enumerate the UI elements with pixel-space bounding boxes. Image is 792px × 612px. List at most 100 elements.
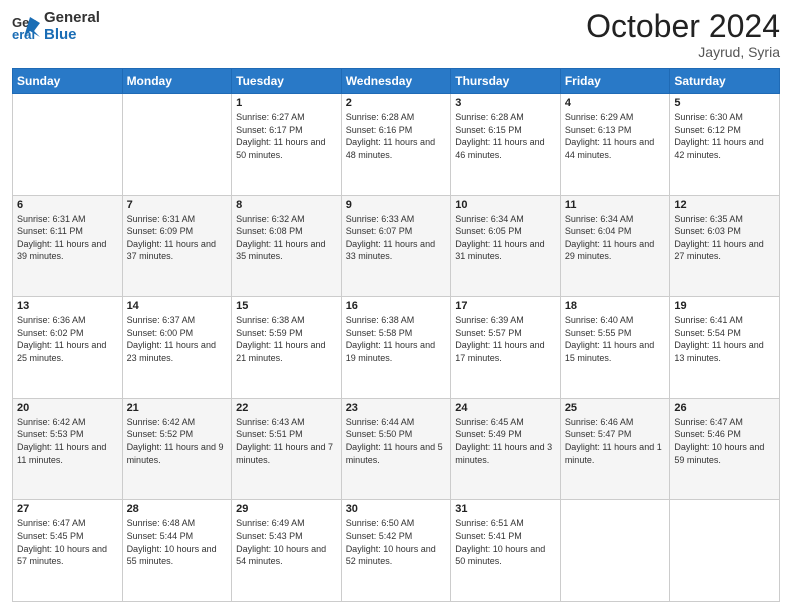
day-header-saturday: Saturday [670,69,780,94]
calendar-cell: 22 Sunrise: 6:43 AM Sunset: 5:51 PM Dayli… [232,398,342,500]
calendar-cell: 5 Sunrise: 6:30 AM Sunset: 6:12 PM Daylig… [670,94,780,196]
day-header-tuesday: Tuesday [232,69,342,94]
cell-info: Sunrise: 6:47 AM Sunset: 5:45 PM Dayligh… [17,517,118,567]
day-number: 5 [674,97,775,109]
day-number: 10 [455,199,556,211]
cell-info: Sunrise: 6:30 AM Sunset: 6:12 PM Dayligh… [674,111,775,161]
cell-info: Sunrise: 6:34 AM Sunset: 6:05 PM Dayligh… [455,213,556,263]
calendar-cell: 8 Sunrise: 6:32 AM Sunset: 6:08 PM Daylig… [232,195,342,297]
calendar-cell: 30Sunrise: 6:50 AM Sunset: 5:42 PM Dayli… [341,500,451,602]
calendar-cell: 1 Sunrise: 6:27 AM Sunset: 6:17 PM Daylig… [232,94,342,196]
day-number: 27 [17,503,118,515]
calendar-week-1: 1 Sunrise: 6:27 AM Sunset: 6:17 PM Daylig… [13,94,780,196]
day-header-monday: Monday [122,69,232,94]
cell-info: Sunrise: 6:39 AM Sunset: 5:57 PM Dayligh… [455,314,556,364]
cell-info: Sunrise: 6:46 AM Sunset: 5:47 PM Dayligh… [565,416,666,466]
day-header-wednesday: Wednesday [341,69,451,94]
cell-info: Sunrise: 6:33 AM Sunset: 6:07 PM Dayligh… [346,213,447,263]
cell-info: Sunrise: 6:40 AM Sunset: 5:55 PM Dayligh… [565,314,666,364]
day-header-sunday: Sunday [13,69,123,94]
cell-info: Sunrise: 6:29 AM Sunset: 6:13 PM Dayligh… [565,111,666,161]
calendar-table: SundayMondayTuesdayWednesdayThursdayFrid… [12,68,780,602]
calendar-header-row: SundayMondayTuesdayWednesdayThursdayFrid… [13,69,780,94]
logo-icon: Gen eral [12,13,40,41]
calendar-cell [560,500,670,602]
cell-info: Sunrise: 6:35 AM Sunset: 6:03 PM Dayligh… [674,213,775,263]
day-number: 2 [346,97,447,109]
cell-info: Sunrise: 6:27 AM Sunset: 6:17 PM Dayligh… [236,111,337,161]
cell-info: Sunrise: 6:32 AM Sunset: 6:08 PM Dayligh… [236,213,337,263]
calendar-cell: 3 Sunrise: 6:28 AM Sunset: 6:15 PM Daylig… [451,94,561,196]
day-number: 1 [236,97,337,109]
logo: Gen eral General Blue [12,10,100,43]
calendar-cell: 31 Sunrise: 6:51 AM Sunset: 5:41 PM Dayli… [451,500,561,602]
cell-info: Sunrise: 6:45 AM Sunset: 5:49 PM Dayligh… [455,416,556,466]
day-number: 3 [455,97,556,109]
day-number: 19 [674,300,775,312]
page: Gen eral General Blue October 2024 Jayru… [0,0,792,612]
calendar-cell: 11Sunrise: 6:34 AM Sunset: 6:04 PM Dayli… [560,195,670,297]
calendar-cell: 17 Sunrise: 6:39 AM Sunset: 5:57 PM Dayli… [451,297,561,399]
logo-blue: Blue [44,27,100,44]
calendar-cell: 26 Sunrise: 6:47 AM Sunset: 5:46 PM Dayli… [670,398,780,500]
calendar-cell: 7 Sunrise: 6:31 AM Sunset: 6:09 PM Daylig… [122,195,232,297]
calendar-week-2: 6Sunrise: 6:31 AM Sunset: 6:11 PM Daylig… [13,195,780,297]
calendar-week-5: 27 Sunrise: 6:47 AM Sunset: 5:45 PM Dayli… [13,500,780,602]
calendar-cell: 21 Sunrise: 6:42 AM Sunset: 5:52 PM Dayli… [122,398,232,500]
location: Jayrud, Syria [586,44,780,60]
day-number: 22 [236,402,337,414]
calendar-cell [13,94,123,196]
calendar-cell: 18 Sunrise: 6:40 AM Sunset: 5:55 PM Dayli… [560,297,670,399]
calendar-cell: 10 Sunrise: 6:34 AM Sunset: 6:05 PM Dayli… [451,195,561,297]
calendar-cell: 2 Sunrise: 6:28 AM Sunset: 6:16 PM Daylig… [341,94,451,196]
day-number: 4 [565,97,666,109]
day-number: 23 [346,402,447,414]
cell-info: Sunrise: 6:31 AM Sunset: 6:09 PM Dayligh… [127,213,228,263]
calendar-week-3: 13Sunrise: 6:36 AM Sunset: 6:02 PM Dayli… [13,297,780,399]
day-number: 31 [455,503,556,515]
day-number: 21 [127,402,228,414]
day-number: 15 [236,300,337,312]
day-number: 8 [236,199,337,211]
day-number: 25 [565,402,666,414]
cell-info: Sunrise: 6:49 AM Sunset: 5:43 PM Dayligh… [236,517,337,567]
header: Gen eral General Blue October 2024 Jayru… [12,10,780,60]
cell-info: Sunrise: 6:48 AM Sunset: 5:44 PM Dayligh… [127,517,228,567]
cell-info: Sunrise: 6:42 AM Sunset: 5:52 PM Dayligh… [127,416,228,466]
cell-info: Sunrise: 6:47 AM Sunset: 5:46 PM Dayligh… [674,416,775,466]
day-number: 7 [127,199,228,211]
day-number: 29 [236,503,337,515]
cell-info: Sunrise: 6:41 AM Sunset: 5:54 PM Dayligh… [674,314,775,364]
day-number: 18 [565,300,666,312]
cell-info: Sunrise: 6:51 AM Sunset: 5:41 PM Dayligh… [455,517,556,567]
calendar-cell: 23 Sunrise: 6:44 AM Sunset: 5:50 PM Dayli… [341,398,451,500]
title-block: October 2024 Jayrud, Syria [586,10,780,60]
calendar-cell [670,500,780,602]
cell-info: Sunrise: 6:28 AM Sunset: 6:16 PM Dayligh… [346,111,447,161]
calendar-cell: 29 Sunrise: 6:49 AM Sunset: 5:43 PM Dayli… [232,500,342,602]
day-number: 16 [346,300,447,312]
day-number: 17 [455,300,556,312]
day-number: 28 [127,503,228,515]
calendar-cell: 24Sunrise: 6:45 AM Sunset: 5:49 PM Dayli… [451,398,561,500]
calendar-cell: 19 Sunrise: 6:41 AM Sunset: 5:54 PM Dayli… [670,297,780,399]
calendar-cell: 16Sunrise: 6:38 AM Sunset: 5:58 PM Dayli… [341,297,451,399]
day-number: 20 [17,402,118,414]
calendar-cell: 9Sunrise: 6:33 AM Sunset: 6:07 PM Daylig… [341,195,451,297]
day-number: 26 [674,402,775,414]
cell-info: Sunrise: 6:43 AM Sunset: 5:51 PM Dayligh… [236,416,337,466]
day-number: 6 [17,199,118,211]
cell-info: Sunrise: 6:28 AM Sunset: 6:15 PM Dayligh… [455,111,556,161]
calendar-cell: 15Sunrise: 6:38 AM Sunset: 5:59 PM Dayli… [232,297,342,399]
calendar-cell: 12Sunrise: 6:35 AM Sunset: 6:03 PM Dayli… [670,195,780,297]
cell-info: Sunrise: 6:34 AM Sunset: 6:04 PM Dayligh… [565,213,666,263]
cell-info: Sunrise: 6:37 AM Sunset: 6:00 PM Dayligh… [127,314,228,364]
calendar-cell: 13Sunrise: 6:36 AM Sunset: 6:02 PM Dayli… [13,297,123,399]
cell-info: Sunrise: 6:50 AM Sunset: 5:42 PM Dayligh… [346,517,447,567]
day-header-thursday: Thursday [451,69,561,94]
day-header-friday: Friday [560,69,670,94]
cell-info: Sunrise: 6:44 AM Sunset: 5:50 PM Dayligh… [346,416,447,466]
day-number: 14 [127,300,228,312]
calendar-cell: 6Sunrise: 6:31 AM Sunset: 6:11 PM Daylig… [13,195,123,297]
month-title: October 2024 [586,10,780,42]
